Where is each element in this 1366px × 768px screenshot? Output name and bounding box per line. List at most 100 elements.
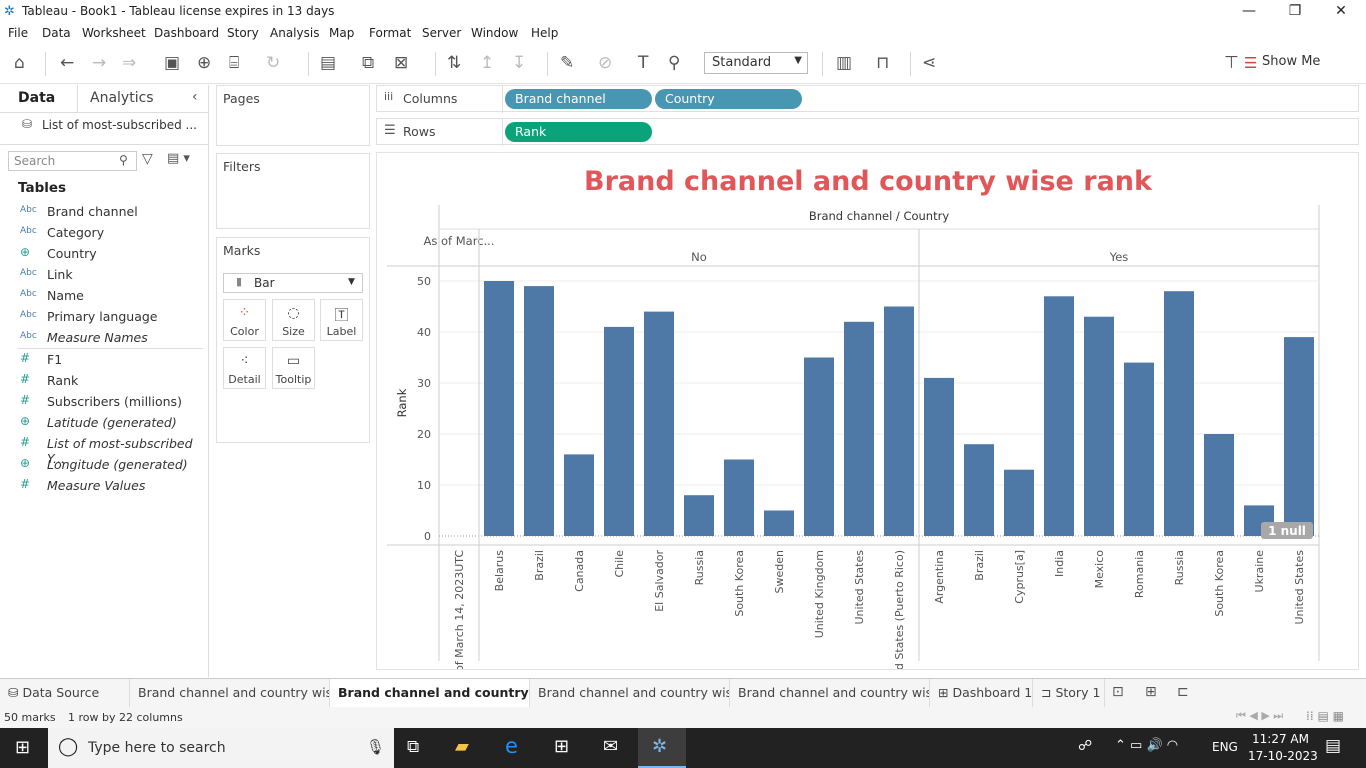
pill-rank[interactable]: Rank xyxy=(505,122,652,142)
cards-icon[interactable]: ▥ xyxy=(836,53,852,73)
highlight-icon[interactable]: ✎ xyxy=(560,53,574,73)
filter-icon[interactable]: ▽ xyxy=(142,151,153,167)
store-icon[interactable]: ⊞ xyxy=(554,736,569,757)
measure-field[interactable]: # List of most-subscribed Y... xyxy=(0,434,209,466)
new-worksheet-icon[interactable]: ⊡ xyxy=(1112,684,1124,700)
sheet-sorter-icon[interactable]: ⁞⁞ ▤ ▦ xyxy=(1306,709,1344,723)
task-view-icon[interactable]: ⧉ xyxy=(407,737,419,757)
presentation-icon[interactable]: ⊓ xyxy=(876,53,889,73)
swap-icon[interactable]: ⇅ xyxy=(447,53,461,73)
group-icon[interactable]: ⊘ xyxy=(598,53,612,73)
collapse-pane-icon[interactable]: ‹ xyxy=(192,89,198,105)
close-button[interactable]: ✕ xyxy=(1318,1,1364,23)
replay-icon[interactable]: ⇒ xyxy=(122,53,136,73)
rows-shelf[interactable]: ☰ Rows Rank xyxy=(376,118,1359,146)
new-story-icon[interactable]: ⊏ xyxy=(1177,684,1189,700)
tab-story-1[interactable]: ⊐ Story 1 xyxy=(1033,679,1105,708)
measure-field[interactable]: # F1 xyxy=(0,350,209,371)
clear-sheet-icon[interactable]: ⊠ xyxy=(394,53,408,73)
labels-icon[interactable]: T xyxy=(638,53,648,73)
tableau-taskbar-app[interactable]: ✲ xyxy=(638,728,686,768)
minimize-button[interactable]: — xyxy=(1226,1,1272,23)
format-painter-icon[interactable]: ⊤ xyxy=(1224,53,1239,73)
menu-window[interactable]: Window xyxy=(471,26,518,40)
dimension-field[interactable]: Abc Link xyxy=(0,265,209,286)
measure-field[interactable]: ⊕ Longitude (generated) xyxy=(0,455,209,476)
tab-sheet-1[interactable]: Brand channel and country wise ... xyxy=(130,679,330,708)
menu-file[interactable]: File xyxy=(8,26,28,40)
view-size-select[interactable]: Standard ▼ xyxy=(704,52,808,74)
windows-start-icon[interactable]: ⊞ xyxy=(15,737,30,758)
view-options-icon[interactable]: ▤ ▾ xyxy=(167,151,190,166)
pill-country[interactable]: Country xyxy=(655,89,802,109)
dimension-field[interactable]: Abc Name xyxy=(0,286,209,307)
taskbar-search-box[interactable]: ◯ Type here to search 🎙 xyxy=(48,728,394,768)
pin-icon[interactable]: ⚲ xyxy=(668,53,680,73)
measure-field[interactable]: ⊕ Latitude (generated) xyxy=(0,413,209,434)
tab-sheet-4[interactable]: Brand channel and country wise ... xyxy=(730,679,930,708)
pill-brand-channel[interactable]: Brand channel xyxy=(505,89,652,109)
menu-format[interactable]: Format xyxy=(369,26,411,40)
color-button[interactable]: ⁘ Color xyxy=(223,299,266,341)
pause-updates-icon[interactable]: ⌸ xyxy=(229,53,239,73)
menu-analysis[interactable]: Analysis xyxy=(270,26,319,40)
tab-data-source[interactable]: ⛁ Data Source xyxy=(0,679,130,708)
label-button[interactable]: 🅃 Label xyxy=(320,299,363,341)
dimension-field[interactable]: Abc Measure Names xyxy=(0,328,209,349)
show-me-button[interactable]: Show Me xyxy=(1262,54,1320,69)
field-search-input[interactable]: Search ⚲ xyxy=(8,151,137,171)
notifications-icon[interactable]: ▤ xyxy=(1325,736,1341,756)
new-dashboard-icon[interactable]: ⊞ xyxy=(1145,684,1157,700)
share-icon[interactable]: ⋖ xyxy=(922,53,936,73)
sort-descending-icon[interactable]: ↧ xyxy=(512,53,526,73)
edge-icon[interactable]: e xyxy=(505,734,518,758)
menu-help[interactable]: Help xyxy=(531,26,558,40)
columns-shelf[interactable]: iii Columns Brand channel Country xyxy=(376,85,1359,113)
refresh-icon[interactable]: ↻ xyxy=(266,53,280,73)
redo-icon[interactable]: → xyxy=(92,53,106,73)
dimension-field[interactable]: Abc Category xyxy=(0,223,209,244)
new-worksheet-icon[interactable]: ▤ xyxy=(320,53,336,73)
duplicate-sheet-icon[interactable]: ⧉ xyxy=(362,53,374,73)
measure-field[interactable]: # Rank xyxy=(0,371,209,392)
clock-date[interactable]: 17-10-2023 xyxy=(1248,749,1318,763)
save-icon[interactable]: ▣ xyxy=(164,53,180,73)
undo-icon[interactable]: ← xyxy=(60,53,74,73)
menu-map[interactable]: Map xyxy=(329,26,354,40)
mail-icon[interactable]: ✉ xyxy=(603,736,618,757)
datasource-name[interactable]: List of most-subscribed ... xyxy=(42,118,197,132)
dimension-field[interactable]: Abc Brand channel xyxy=(0,202,209,223)
filters-card[interactable]: Filters xyxy=(216,153,370,229)
menu-story[interactable]: Story xyxy=(227,26,259,40)
tab-sheet-2[interactable]: Brand channel and country wis... xyxy=(330,679,530,708)
sheet-nav-icon[interactable]: ⏮ ◀ ▶ ⏭ xyxy=(1236,709,1283,723)
menu-dashboard[interactable]: Dashboard xyxy=(154,26,219,40)
measure-field[interactable]: # Measure Values xyxy=(0,476,209,497)
marks-count: 50 marks xyxy=(4,711,56,724)
tab-analytics[interactable]: Analytics xyxy=(90,90,154,106)
new-datasource-icon[interactable]: ⊕ xyxy=(197,53,211,73)
size-button[interactable]: ◌ Size xyxy=(272,299,315,341)
detail-button[interactable]: ⁖ Detail xyxy=(223,347,266,389)
sort-ascending-icon[interactable]: ↥ xyxy=(480,53,494,73)
microphone-icon[interactable]: 🎙 xyxy=(366,738,385,756)
clock-time[interactable]: 11:27 AM xyxy=(1252,732,1309,746)
file-explorer-icon[interactable]: ▰ xyxy=(455,736,469,757)
dimension-field[interactable]: ⊕ Country xyxy=(0,244,209,265)
menu-worksheet[interactable]: Worksheet xyxy=(82,26,146,40)
dimension-field[interactable]: Abc Primary language xyxy=(0,307,209,328)
tooltip-button[interactable]: ▭ Tooltip xyxy=(272,347,315,389)
tab-sheet-3[interactable]: Brand channel and country wise ... xyxy=(530,679,730,708)
measure-field[interactable]: # Subscribers (millions) xyxy=(0,392,209,413)
people-icon[interactable]: ☍ xyxy=(1078,738,1092,754)
mark-type-select[interactable]: ▮ Bar ▼ xyxy=(223,273,363,293)
tray-expand-icon[interactable]: ⌃ ▭ 🔊 ◠ xyxy=(1115,738,1178,753)
tab-data[interactable]: Data xyxy=(18,90,55,106)
menu-server[interactable]: Server xyxy=(422,26,461,40)
restore-button[interactable]: ❐ xyxy=(1272,1,1318,23)
language-indicator[interactable]: ENG xyxy=(1212,740,1238,754)
menu-data[interactable]: Data xyxy=(42,26,71,40)
home-icon[interactable]: ⌂ xyxy=(14,53,25,73)
tab-dashboard-1[interactable]: ⊞ Dashboard 1 xyxy=(930,679,1033,708)
pages-card[interactable]: Pages xyxy=(216,85,370,146)
